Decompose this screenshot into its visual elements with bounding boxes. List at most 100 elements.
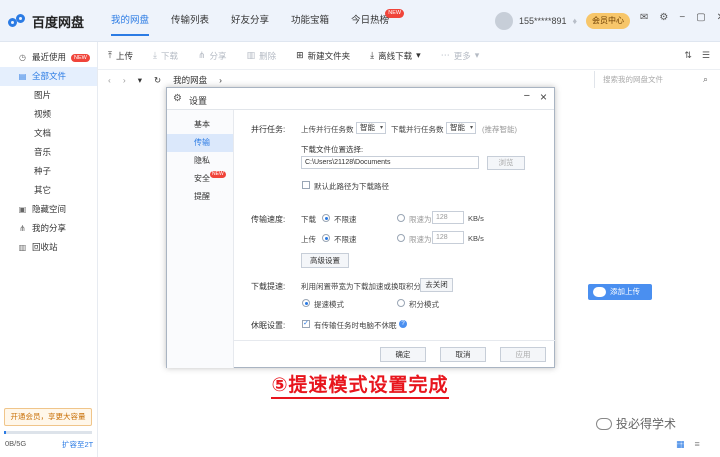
download-icon: ⤓ bbox=[153, 50, 157, 60]
tab-my-disk[interactable]: 我的网盘 bbox=[100, 0, 160, 42]
minimize-icon[interactable]: − bbox=[524, 90, 530, 102]
turn-off-boost-button[interactable]: 去关闭 bbox=[420, 278, 453, 292]
sidebar-item-others[interactable]: 其它 bbox=[0, 181, 97, 200]
list-mode-icon[interactable]: ≡ bbox=[695, 439, 700, 450]
default-path-checkbox[interactable] bbox=[302, 181, 310, 189]
dropdown-icon[interactable]: ▾ bbox=[138, 75, 142, 86]
share-label: 分享 bbox=[209, 50, 227, 61]
upload-unlimited-radio[interactable] bbox=[322, 234, 330, 242]
new-badge: NEW bbox=[210, 171, 226, 178]
boost-label: 下载提速: bbox=[251, 282, 286, 291]
download-limit-input[interactable]: 128 bbox=[432, 211, 464, 224]
sort-icon[interactable]: ⇅ bbox=[684, 50, 692, 61]
search-icon[interactable]: ⌕ bbox=[703, 71, 708, 88]
avatar[interactable] bbox=[495, 12, 513, 30]
delete-label: 删除 bbox=[259, 50, 277, 61]
download-path-input[interactable]: C:\Users\21128\Documents bbox=[301, 156, 479, 169]
download-button[interactable]: ⤓ 下载 bbox=[153, 50, 178, 62]
offline-download-label: 离线下载 bbox=[378, 50, 413, 61]
more-label: 更多 bbox=[453, 50, 471, 61]
help-icon[interactable]: ? bbox=[399, 320, 407, 328]
download-parallel-value: 智能 bbox=[450, 123, 465, 132]
download-limit-radio[interactable] bbox=[397, 214, 405, 222]
view-switch: ▦ ≡ bbox=[676, 439, 700, 450]
list-view-icon[interactable]: ☰ bbox=[702, 50, 710, 61]
settings-tab-transfer[interactable]: 传输 bbox=[167, 134, 233, 152]
close-icon[interactable]: ✕ bbox=[717, 12, 720, 23]
points-mode-radio[interactable] bbox=[397, 299, 405, 307]
upload-limit-radio[interactable] bbox=[397, 234, 405, 242]
speed-label: 传输速度: bbox=[251, 215, 286, 224]
minimize-icon[interactable]: − bbox=[679, 12, 685, 23]
back-icon[interactable]: ‹ bbox=[108, 75, 111, 85]
cancel-button[interactable]: 取消 bbox=[440, 347, 486, 362]
sleep-option-label: 有传输任务时电脑不休眠 bbox=[314, 321, 397, 330]
sidebar-item-recent[interactable]: ◷ 最近使用 NEW bbox=[0, 48, 97, 67]
tab-friend-share[interactable]: 好友分享 bbox=[220, 0, 280, 42]
offline-download-button[interactable]: ⤓ 离线下载 ▾ bbox=[370, 50, 421, 62]
boost-mode-radio[interactable] bbox=[302, 299, 310, 307]
cloud-icon bbox=[593, 287, 606, 297]
grid-view-icon[interactable]: ▦ bbox=[676, 439, 685, 450]
sidebar-item-hidden-space[interactable]: ▣ 隐藏空间 bbox=[0, 200, 97, 219]
upload-button[interactable]: ⤒ 上传 bbox=[108, 50, 133, 62]
tab-transfer-list[interactable]: 传输列表 bbox=[160, 0, 220, 42]
gear-icon[interactable]: ⚙ bbox=[659, 12, 668, 23]
ok-button[interactable]: 确定 bbox=[380, 347, 426, 362]
apply-button[interactable]: 应用 bbox=[500, 347, 546, 362]
settings-content: 并行任务: 上传并行任务数 智能 ▾ 下载并行任务数 智能 ▾ (推荐智能) 下… bbox=[234, 110, 555, 340]
settings-tab-security[interactable]: 安全 NEW bbox=[167, 170, 233, 188]
download-unlimited-radio[interactable] bbox=[322, 214, 330, 222]
tab-toolbox[interactable]: 功能宝箱 bbox=[280, 0, 340, 42]
settings-tab-basic[interactable]: 基本 bbox=[167, 116, 233, 134]
upload-limit-input[interactable]: 128 bbox=[432, 231, 464, 244]
sleep-checkbox[interactable]: ✓ bbox=[302, 320, 310, 328]
settings-tab-reminder[interactable]: 提醒 bbox=[167, 188, 233, 206]
download-parallel-select[interactable]: 智能 ▾ bbox=[446, 122, 476, 134]
more-button[interactable]: ⋯ 更多 ▾ bbox=[441, 50, 480, 62]
sidebar-item-recycle-bin[interactable]: ▥ 回收站 bbox=[0, 238, 97, 257]
breadcrumb[interactable]: 我的网盘 bbox=[173, 74, 207, 86]
user-area[interactable]: 155*****891 ♦ bbox=[495, 12, 577, 30]
sidebar-item-label: 我的分享 bbox=[32, 223, 67, 233]
mail-icon[interactable]: ✉ bbox=[640, 12, 648, 23]
search-input[interactable]: 搜索我的网盘文件 ⌕ bbox=[594, 71, 712, 88]
vip-center-button[interactable]: 会员中心 bbox=[586, 13, 630, 29]
settings-nav: 基本 传输 隐私 安全 NEW 提醒 bbox=[167, 110, 234, 368]
download-label: 下载 bbox=[160, 50, 178, 61]
add-upload-float-button[interactable]: 添加上传 bbox=[588, 284, 652, 300]
sidebar-item-torrents[interactable]: 种子 bbox=[0, 162, 97, 181]
upload-parallel-select[interactable]: 智能 ▾ bbox=[356, 122, 386, 134]
sidebar-item-all-files[interactable]: ▤ 全部文件 bbox=[0, 67, 97, 86]
new-badge: NEW bbox=[385, 9, 405, 18]
top-nav: 我的网盘 传输列表 好友分享 功能宝箱 今日热榜 NEW bbox=[100, 0, 405, 42]
dialog-header: ⚙ 设置 − × bbox=[167, 88, 554, 110]
tab-hot-list[interactable]: 今日热榜 NEW bbox=[340, 0, 405, 42]
upload-limit-unit: KB/s bbox=[468, 234, 484, 243]
sidebar-item-images[interactable]: 图片 bbox=[0, 86, 97, 105]
share-button[interactable]: ⋔ 分享 bbox=[198, 50, 227, 62]
clock-icon: ◷ bbox=[19, 53, 26, 62]
refresh-icon[interactable]: ↻ bbox=[154, 75, 161, 86]
sidebar-item-videos[interactable]: 视频 bbox=[0, 105, 97, 124]
delete-button[interactable]: ▥ 删除 bbox=[247, 50, 277, 62]
sidebar-item-my-share[interactable]: ⋔ 我的分享 bbox=[0, 219, 97, 238]
sidebar-item-docs[interactable]: 文档 bbox=[0, 124, 97, 143]
settings-tab-privacy[interactable]: 隐私 bbox=[167, 152, 233, 170]
upload-icon: ⤒ bbox=[108, 50, 112, 60]
advanced-settings-button[interactable]: 高级设置 bbox=[301, 253, 349, 268]
upload-unlimited-label: 不限速 bbox=[334, 235, 357, 244]
upload-limit-label: 限速为 bbox=[409, 235, 432, 244]
upgrade-promo-button[interactable]: 开通会员，享更大容量 bbox=[4, 408, 92, 426]
new-folder-button[interactable]: ⊞ 新建文件夹 bbox=[296, 50, 350, 62]
close-icon[interactable]: × bbox=[540, 90, 547, 104]
sidebar-item-music[interactable]: 音乐 bbox=[0, 143, 97, 162]
recommend-hint: (推荐智能) bbox=[482, 125, 517, 134]
expand-quota-link[interactable]: 扩容至2T bbox=[62, 439, 93, 450]
forward-icon[interactable]: › bbox=[123, 75, 126, 85]
maximize-icon[interactable]: ▢ bbox=[696, 12, 705, 23]
logo-text: 百度网盘 bbox=[32, 15, 85, 30]
browse-button[interactable]: 浏览 bbox=[487, 156, 525, 170]
toolbar: ⤒ 上传 ⤓ 下载 ⋔ 分享 ▥ 删除 ⊞ 新建文件夹 ⤓ 离线下载 ▾ ⋯ 更… bbox=[98, 42, 720, 70]
upload-speed-label: 上传 bbox=[301, 235, 316, 244]
